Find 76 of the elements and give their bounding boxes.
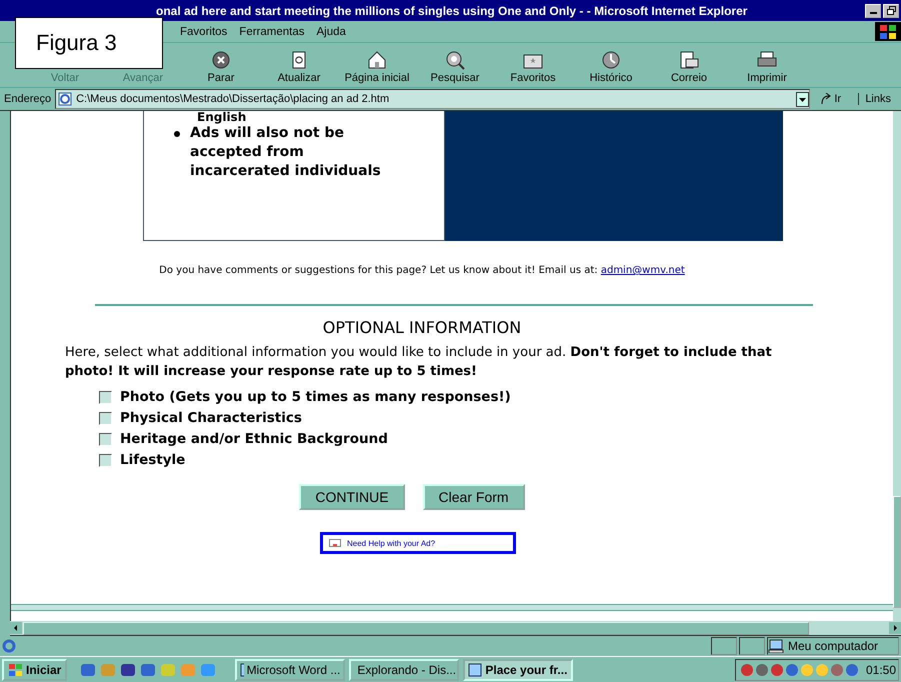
- go-button[interactable]: Ir: [814, 92, 854, 106]
- menu-item[interactable]: Ajuda: [316, 26, 346, 38]
- tray-icon[interactable]: [814, 662, 829, 676]
- tray-icon[interactable]: [784, 662, 799, 676]
- tray-icon[interactable]: [740, 662, 754, 676]
- search-icon: [444, 50, 466, 70]
- tray-icon[interactable]: [844, 662, 859, 676]
- start-button[interactable]: Iniciar: [2, 658, 68, 680]
- tray-icon[interactable]: [830, 662, 844, 676]
- window-title: onal ad here and start meeting the millions of singles using One and Only - - Microsoft Internet Explorer: [155, 4, 748, 18]
- vertical-scrollbar[interactable]: [893, 111, 901, 621]
- option-label: Physical Characteristics: [120, 410, 302, 426]
- dropdown-icon: [796, 92, 810, 106]
- taskbar-button[interactable]: Place your fr...: [463, 658, 574, 680]
- checkbox[interactable]: [99, 390, 112, 404]
- comments-text: Do you have comments or suggestions for this page? Let us know about it! Email us at:: [159, 265, 599, 276]
- scroll-left-icon[interactable]: [10, 622, 22, 634]
- broken-image-icon: [329, 539, 341, 547]
- toolbar-button[interactable]: Página inicial: [340, 43, 414, 87]
- taskbar-button[interactable]: Microsoft Word ...: [235, 658, 346, 680]
- status-panel: [739, 637, 765, 655]
- option-label: Photo (Gets you up to 5 times as many responses!): [120, 389, 511, 405]
- stop-icon: [210, 50, 232, 70]
- tray-icon[interactable]: [754, 662, 769, 676]
- bullet-icon: [174, 131, 180, 137]
- home-icon: [366, 50, 388, 70]
- toolbar-button[interactable]: Imprimir: [730, 43, 804, 87]
- restore-icon: [886, 6, 896, 15]
- page-icon: [58, 92, 72, 106]
- minimize-button[interactable]: [865, 4, 881, 18]
- scrollbar-thumb[interactable]: [23, 622, 809, 634]
- tray-icon[interactable]: [770, 662, 784, 676]
- app-icon: [468, 662, 482, 676]
- arrow-icon: [820, 93, 832, 105]
- menu-item[interactable]: Ferramentas: [239, 26, 304, 38]
- status-panel: [711, 637, 737, 655]
- toolbar-button[interactable]: Pesquisar: [418, 43, 492, 87]
- list-text: English: [196, 111, 248, 124]
- email-link[interactable]: admin@wmv.net: [600, 265, 685, 276]
- computer-icon: [768, 639, 784, 653]
- toolbar-button[interactable]: Atualizar: [262, 43, 336, 87]
- taskbar-button[interactable]: Explorando - Dis...: [349, 658, 460, 680]
- quick-launch-icon[interactable]: [139, 662, 158, 678]
- list-text: Ads will also not be accepted from incarcerated individuals: [190, 124, 382, 181]
- toolbar-button[interactable]: Parar: [184, 43, 258, 87]
- zone-indicator: Meu computador: [767, 637, 899, 655]
- intro-text: Here, select what additional information you would like to include in your ad. Don't forget to include that photo! It will increase your response rate up to 5 times!: [65, 344, 773, 381]
- option-label: Heritage and/or Ethnic Background: [120, 431, 388, 447]
- quick-launch-icon[interactable]: [119, 662, 138, 678]
- checkbox[interactable]: [99, 432, 112, 446]
- menu-item[interactable]: Favoritos: [180, 26, 228, 38]
- links-button[interactable]: Links: [858, 93, 897, 105]
- toolbar-button[interactable]: Histórico: [574, 43, 648, 87]
- option-label: Lifestyle: [120, 452, 186, 468]
- toolbar-button[interactable]: Correio: [652, 43, 726, 87]
- horizontal-scrollbar[interactable]: [10, 621, 901, 636]
- section-heading: OPTIONAL INFORMATION: [322, 318, 522, 337]
- checkbox[interactable]: [99, 454, 112, 466]
- windows-logo-icon: [8, 662, 24, 676]
- checkbox[interactable]: [99, 412, 112, 424]
- clock: 01:50: [864, 662, 897, 676]
- tray-icon[interactable]: [800, 662, 814, 676]
- app-icon: [240, 662, 244, 676]
- help-link[interactable]: Need Help with your Ad?: [320, 532, 516, 554]
- address-label: Endereço: [4, 93, 52, 105]
- toolbar-button[interactable]: Favoritos: [496, 43, 570, 87]
- address-field[interactable]: C:\Meus documentos\Mestrado\Dissertação\placing an ad 2.htm: [55, 89, 810, 109]
- clock-icon: [600, 50, 622, 70]
- clear-button[interactable]: Clear Form: [422, 484, 525, 510]
- quick-launch-icon[interactable]: [79, 662, 98, 678]
- windows-logo-icon: [875, 22, 901, 41]
- minimize-icon: [870, 12, 876, 14]
- restore-button[interactable]: [883, 4, 899, 18]
- figure-label: Figura 3: [15, 17, 163, 69]
- continue-button[interactable]: CONTINUE: [299, 484, 405, 510]
- scroll-right-icon[interactable]: [889, 622, 901, 634]
